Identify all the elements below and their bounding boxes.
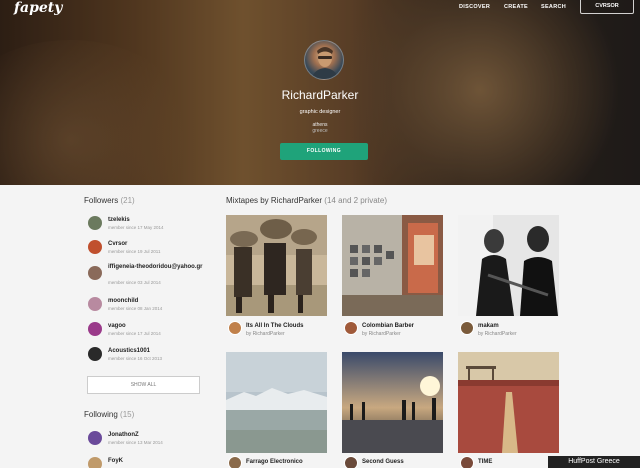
avatar[interactable] (88, 216, 102, 230)
mixtape-title[interactable]: Colombian Barber (362, 323, 414, 329)
follower-item[interactable]: moonchild member since 08 Jan 2014 (88, 295, 218, 315)
avatar[interactable] (88, 266, 102, 280)
follower-item[interactable]: Cvrsor member since 19 Jul 2011 (88, 238, 218, 258)
mixtape-cover-image (226, 352, 327, 453)
mixtape-author[interactable]: by RichardParker (362, 331, 401, 337)
following-title: Following (84, 410, 118, 419)
following-item[interactable]: FoyK (88, 455, 218, 468)
follower-since: member since 17 Jul 2014 (108, 331, 161, 336)
mixtape-cover-image (342, 352, 443, 453)
follower-item[interactable]: iffigeneia-theodoridou@yahoo.gr member s… (88, 264, 218, 285)
followers-title: Followers (84, 196, 119, 205)
mixtape-title[interactable]: TIME (478, 459, 492, 465)
nav-discover[interactable]: DISCOVER (459, 4, 490, 10)
mixtape-cover-image (226, 215, 327, 316)
profile-name: RichardParker (281, 88, 359, 102)
mixtape-cover[interactable] (226, 352, 327, 453)
mixtape-title[interactable]: Second Guess (362, 459, 404, 465)
follower-name[interactable]: iffigeneia-theodoridou@yahoo.gr (108, 264, 213, 271)
mixtape-cover-image (458, 352, 559, 453)
avatar[interactable] (344, 321, 358, 335)
follower-name[interactable]: Acoustics1001 (108, 348, 213, 355)
following-button[interactable]: FOLLOWING (280, 143, 368, 160)
avatar[interactable] (88, 240, 102, 254)
avatar[interactable] (460, 456, 474, 468)
follower-item[interactable]: vagoo member since 17 Jul 2014 (88, 320, 218, 340)
avatar[interactable] (88, 322, 102, 336)
following-heading: Following (15) (84, 410, 134, 419)
avatar[interactable] (88, 347, 102, 361)
avatar[interactable] (88, 297, 102, 311)
avatar[interactable] (460, 321, 474, 335)
mixtapes-heading: Mixtapes by RichardParker (14 and 2 priv… (226, 196, 387, 205)
site-logo[interactable]: fapety (14, 0, 62, 16)
profile-country: greece (312, 128, 328, 134)
mixtape-author[interactable]: by RichardParker (478, 331, 517, 337)
follower-name[interactable]: Cvrsor (108, 241, 213, 248)
followers-heading: Followers (21) (84, 196, 135, 205)
mixtapes-title: Mixtapes by RichardParker (226, 196, 323, 205)
following-name[interactable]: FoyK (108, 458, 213, 465)
nav-create[interactable]: CREATE (504, 4, 528, 10)
nav-search[interactable]: SEARCH (541, 4, 566, 10)
mixtape-cover-image (458, 215, 559, 316)
mixtape-title[interactable]: makam (478, 323, 499, 329)
mixtapes-count: (14 and 2 private) (324, 196, 387, 205)
profile-avatar-image (311, 47, 339, 79)
follower-since: member since 17 May 2014 (108, 225, 164, 230)
following-name[interactable]: JonathonZ (108, 432, 213, 439)
follower-name[interactable]: moonchild (108, 298, 213, 305)
follower-since: member since 19 Jul 2011 (108, 249, 161, 254)
followers-count: (21) (120, 196, 135, 205)
mixtape-cover[interactable] (342, 215, 443, 316)
mixtape-title[interactable]: Its All In The Clouds (246, 323, 303, 329)
follower-since: member since 03 Jul 2014 (108, 280, 161, 285)
follower-item[interactable]: Acoustics1001 member since 16 Oct 2013 (88, 345, 218, 365)
watermark: HuffPost Greece (548, 456, 640, 468)
mixtape-cover[interactable] (342, 352, 443, 453)
mixtape-cover[interactable] (458, 352, 559, 453)
mixtape-cover[interactable] (226, 215, 327, 316)
following-item[interactable]: JonathonZ member since 13 Mar 2014 (88, 429, 218, 449)
following-since: member since 13 Mar 2014 (108, 440, 163, 445)
follower-since: member since 08 Jan 2014 (108, 306, 163, 311)
avatar[interactable] (88, 431, 102, 445)
mixtape-cover-image (342, 215, 443, 316)
avatar[interactable] (88, 457, 102, 468)
follower-name[interactable]: tzelekis (108, 217, 213, 224)
follower-name[interactable]: vagoo (108, 323, 213, 330)
login-button[interactable]: CVRSOR (580, 0, 634, 14)
profile-role: graphic designer (299, 109, 341, 115)
mixtape-author[interactable]: by RichardParker (246, 331, 285, 337)
mixtape-cover[interactable] (458, 215, 559, 316)
follower-item[interactable]: tzelekis member since 17 May 2014 (88, 214, 218, 234)
avatar[interactable] (228, 456, 242, 468)
mixtape-title[interactable]: Farrago Electronico (246, 459, 303, 465)
follower-since: member since 16 Oct 2013 (108, 356, 163, 361)
following-count: (15) (120, 410, 135, 419)
show-all-button[interactable]: SHOW ALL (87, 376, 200, 394)
avatar[interactable] (228, 321, 242, 335)
avatar[interactable] (344, 456, 358, 468)
profile-avatar (304, 40, 344, 80)
